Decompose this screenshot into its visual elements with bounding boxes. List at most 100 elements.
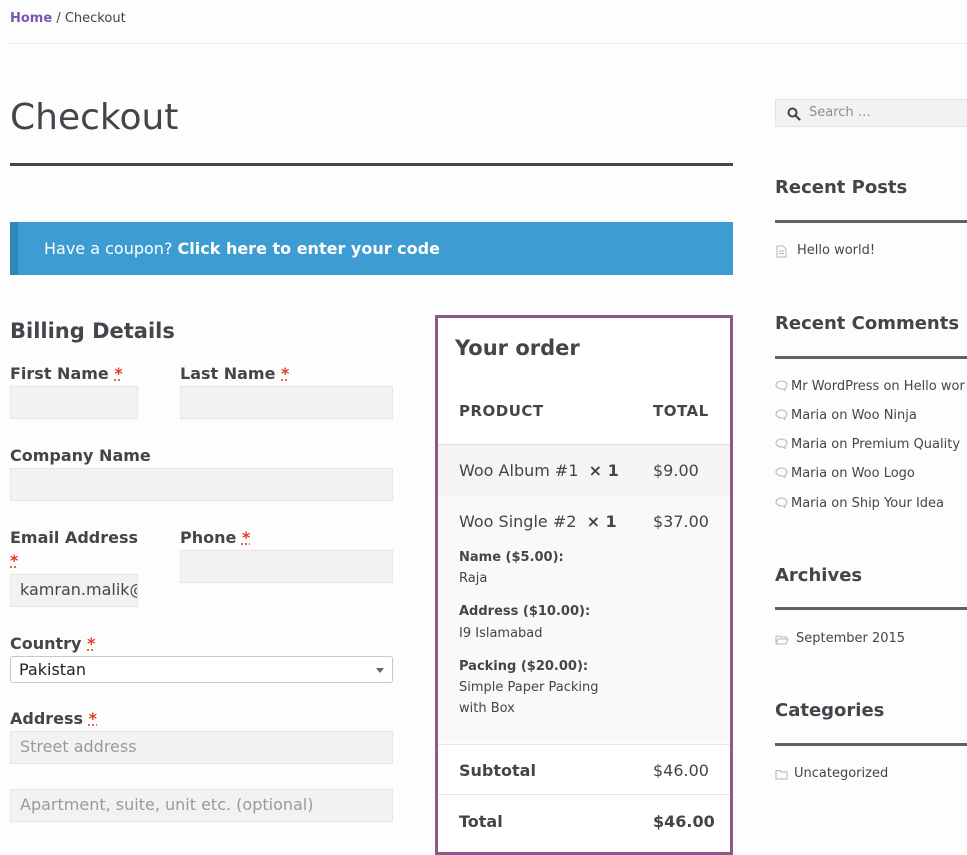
recent-comment-item: Maria on Premium Quality: [775, 437, 960, 452]
first-name-field[interactable]: [10, 386, 138, 419]
last-name-field[interactable]: [180, 386, 393, 419]
comment-post-link[interactable]: Woo Logo: [852, 466, 915, 481]
recent-comment-item: Maria on Woo Ninja: [775, 408, 917, 423]
item-meta-value: I9 Islamabad: [459, 626, 543, 641]
comment-on-text: on: [827, 496, 852, 511]
country-label: Country *: [10, 634, 95, 653]
company-field[interactable]: [10, 468, 393, 501]
coupon-link[interactable]: Click here to enter your code: [178, 239, 440, 258]
email-field[interactable]: kamran.malik@: [10, 574, 138, 607]
search-icon: [787, 107, 801, 121]
comment-author: Maria: [791, 496, 828, 511]
comment-author: Maria: [791, 408, 828, 423]
breadcrumb-separator: /: [52, 11, 65, 26]
street-address-field[interactable]: Street address: [10, 731, 393, 764]
total-value: $46.00: [653, 812, 715, 831]
recent-posts-heading: Recent Posts: [775, 177, 908, 198]
order-review: Your order PRODUCT TOTAL Woo Album #1 × …: [435, 315, 733, 855]
search-placeholder: Search …: [809, 105, 871, 120]
product-column-header: PRODUCT: [459, 402, 544, 420]
breadcrumb-divider: [10, 43, 967, 44]
comment-author-link[interactable]: Mr WordPress: [791, 379, 879, 394]
address-label-text: Address: [10, 709, 84, 728]
total-divider: [438, 794, 730, 795]
breadcrumb-home-link[interactable]: Home: [10, 11, 52, 26]
comment-post-link[interactable]: Woo Ninja: [852, 408, 917, 423]
item-name-text: Woo Single #2: [459, 512, 577, 531]
item-meta-value: Raja: [459, 571, 488, 586]
folder-open-icon: [775, 635, 789, 645]
comment-on-text: on: [879, 379, 904, 394]
order-item-price: $37.00: [653, 512, 709, 531]
comment-author: Maria: [791, 466, 828, 481]
comment-icon: [775, 380, 788, 392]
first-name-label-text: First Name: [10, 364, 109, 383]
subtotal-divider: [438, 744, 730, 745]
email-required: *: [10, 551, 18, 570]
comment-on-text: on: [827, 437, 852, 452]
subtotal-label: Subtotal: [459, 761, 536, 780]
street-address-placeholder: Street address: [20, 737, 137, 756]
item-meta-key: Address ($10.00):: [459, 604, 591, 619]
breadcrumb-current: Checkout: [64, 11, 126, 26]
total-label: Total: [459, 812, 503, 831]
comment-icon: [775, 467, 788, 479]
comment-on-text: on: [827, 466, 852, 481]
coupon-notice: Have a coupon? Click here to enter your …: [10, 222, 733, 275]
comment-icon: [775, 409, 788, 421]
email-label: Email Address: [10, 528, 138, 547]
required-mark: *: [88, 709, 98, 728]
categories-heading: Categories: [775, 700, 885, 721]
archives-heading: Archives: [775, 565, 863, 586]
chevron-down-icon: [376, 668, 384, 673]
item-qty: × 1: [588, 461, 619, 480]
order-item-row: Woo Single #2 × 1 $37.00 Name ($5.00): R…: [438, 496, 730, 743]
order-heading: Your order: [455, 336, 580, 360]
comment-icon: [775, 497, 788, 509]
coupon-text: Have a coupon?: [44, 239, 173, 258]
comment-post-link[interactable]: Hello wor: [904, 379, 965, 394]
first-name-label: First Name *: [10, 364, 123, 383]
last-name-label-text: Last Name: [180, 364, 276, 383]
country-select[interactable]: Pakistan: [10, 656, 393, 683]
order-item-price: $9.00: [653, 461, 699, 480]
comment-icon: [775, 438, 788, 450]
required-mark: *: [281, 364, 290, 383]
required-mark: *: [87, 634, 96, 653]
required-mark: *: [114, 364, 123, 383]
apartment-field[interactable]: Apartment, suite, unit etc. (optional): [10, 789, 393, 822]
company-label: Company Name: [10, 446, 151, 465]
required-mark: *: [241, 528, 251, 547]
page-title: Checkout: [10, 97, 179, 138]
widget-divider: [775, 743, 967, 746]
subtotal-value: $46.00: [653, 761, 709, 780]
breadcrumb: Home / Checkout: [10, 11, 126, 26]
phone-field[interactable]: [180, 550, 393, 583]
recent-post-link[interactable]: Hello world!: [797, 243, 875, 258]
address-label: Address *: [10, 709, 97, 728]
recent-comments-heading: Recent Comments: [775, 313, 960, 334]
required-mark: *: [10, 551, 19, 570]
recent-comment-item: Mr WordPress on Hello wor: [775, 379, 965, 394]
country-label-text: Country: [10, 634, 82, 653]
phone-label: Phone *: [180, 528, 250, 547]
phone-label-text: Phone: [180, 528, 237, 547]
item-meta-value: Simple Paper Packing with Box: [459, 680, 599, 716]
category-link[interactable]: Uncategorized: [794, 766, 888, 781]
widget-divider: [775, 220, 967, 223]
comment-on-text: on: [827, 408, 852, 423]
total-column-header: TOTAL: [653, 402, 709, 420]
comment-post-link[interactable]: Premium Quality: [852, 437, 960, 452]
item-qty: × 1: [586, 512, 617, 531]
comment-post-link[interactable]: Ship Your Idea: [852, 496, 944, 511]
last-name-label: Last Name *: [180, 364, 289, 383]
archive-link[interactable]: September 2015: [796, 631, 905, 646]
comment-author: Maria: [791, 437, 828, 452]
order-item-name: Woo Single #2 × 1: [459, 512, 617, 531]
search-input[interactable]: Search …: [775, 99, 967, 127]
order-item-row: Woo Album #1 × 1 $9.00: [438, 445, 730, 496]
apartment-placeholder: Apartment, suite, unit etc. (optional): [20, 795, 314, 814]
item-meta-key: Packing ($20.00):: [459, 659, 589, 674]
recent-comment-item: Maria on Woo Logo: [775, 466, 915, 481]
item-meta-key: Name ($5.00):: [459, 550, 564, 565]
